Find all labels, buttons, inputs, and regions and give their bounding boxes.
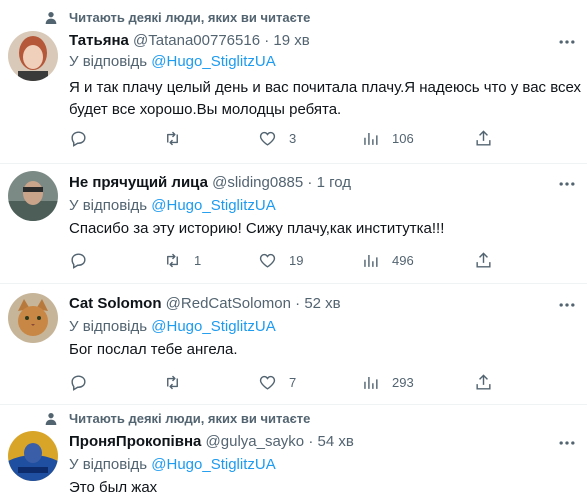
views-icon	[364, 132, 378, 145]
more-options-icon[interactable]	[557, 32, 577, 52]
reply-icon	[71, 252, 86, 269]
retweet-icon	[167, 131, 178, 145]
reply-button[interactable]	[69, 250, 100, 270]
reply-prefix: У відповідь	[69, 456, 148, 473]
views-icon	[364, 254, 378, 267]
more-options-icon[interactable]	[557, 433, 577, 453]
reply-icon	[71, 374, 86, 391]
share-icon	[476, 129, 491, 146]
user-handle[interactable]: @gulya_sayko	[206, 433, 305, 450]
views-button[interactable]: 106	[361, 128, 414, 148]
separator-dot: ·	[264, 32, 270, 49]
share-button[interactable]	[474, 250, 493, 270]
separator-dot: ·	[295, 295, 301, 312]
views-icon	[364, 376, 378, 389]
separator-dot: ·	[307, 174, 313, 191]
reply-context: У відповідь @Hugo_StiglitzUA	[69, 53, 276, 70]
tweet-text-line: Спасибо за эту историю! Сижу плачу,как и…	[69, 220, 445, 237]
tweet-text-line: будет все хорошо.Вы молодцы ребята.	[69, 101, 342, 118]
views-count: 293	[392, 374, 414, 390]
reply-context: У відповідь @Hugo_StiglitzUA	[69, 197, 276, 214]
user-handle[interactable]: @sliding0885	[212, 174, 303, 191]
reply-context: У відповідь @Hugo_StiglitzUA	[69, 456, 276, 473]
reply-mention[interactable]: @Hugo_StiglitzUA	[151, 318, 275, 335]
share-button[interactable]	[474, 372, 493, 392]
like-button[interactable]: 7	[258, 372, 296, 392]
tweet-separator	[0, 163, 587, 164]
tweet-text-line: Бог послал тебе ангела.	[69, 341, 238, 358]
like-count: 7	[289, 374, 297, 390]
tweet-header: Татьяна @Tatana00776516 · 19 хв	[69, 32, 310, 52]
reply-prefix: У відповідь	[69, 197, 148, 214]
user-handle[interactable]: @RedCatSolomon	[166, 295, 291, 312]
display-name[interactable]: Cat Solomon	[69, 295, 162, 312]
avatar[interactable]	[8, 31, 58, 81]
share-icon	[476, 251, 491, 268]
tweet-text: Бог послал тебе ангела.	[69, 339, 581, 361]
reply-mention[interactable]: @Hugo_StiglitzUA	[151, 197, 275, 214]
display-name[interactable]: Не прячущий лица	[69, 174, 208, 191]
heart-icon	[259, 375, 276, 390]
people-icon	[45, 12, 57, 24]
retweet-button[interactable]	[163, 128, 194, 148]
retweet-button[interactable]	[163, 372, 194, 392]
retweet-count: 1	[194, 252, 202, 268]
reply-prefix: У відповідь	[69, 53, 148, 70]
retweet-icon	[167, 375, 178, 389]
reply-context: У відповідь @Hugo_StiglitzUA	[69, 318, 276, 335]
like-count: 19	[289, 252, 304, 268]
heart-icon	[259, 253, 276, 268]
like-button[interactable]: 19	[258, 250, 303, 270]
tweet-text: Спасибо за эту историю! Сижу плачу,как и…	[69, 218, 581, 240]
timestamp[interactable]: 54 хв	[318, 433, 354, 450]
separator-dot: ·	[308, 433, 314, 450]
reply-button[interactable]	[69, 128, 100, 148]
timestamp[interactable]: 1 год	[317, 174, 351, 191]
reply-prefix: У відповідь	[69, 318, 148, 335]
share-icon	[476, 373, 491, 390]
timestamp[interactable]: 52 хв	[304, 295, 340, 312]
reply-mention[interactable]: @Hugo_StiglitzUA	[151, 53, 275, 70]
display-name[interactable]: Татьяна	[69, 32, 129, 49]
tweet-separator	[0, 404, 587, 405]
reply-mention[interactable]: @Hugo_StiglitzUA	[151, 456, 275, 473]
views-count: 496	[392, 252, 414, 268]
tweet-text-line: Это был жах	[69, 479, 158, 496]
share-button[interactable]	[474, 128, 493, 148]
views-count: 106	[392, 130, 414, 146]
avatar[interactable]	[8, 293, 58, 343]
heart-icon	[259, 131, 276, 146]
avatar[interactable]	[8, 431, 58, 481]
like-button[interactable]: 3	[258, 128, 296, 148]
social-context-text: Читають деякі люди, яких ви читаєте	[69, 411, 311, 426]
avatar[interactable]	[8, 171, 58, 221]
tweet-text: Это был жах	[69, 477, 581, 499]
more-options-icon[interactable]	[557, 295, 577, 315]
retweet-icon	[167, 253, 178, 267]
views-button[interactable]: 496	[361, 250, 414, 270]
views-button[interactable]: 293	[361, 372, 414, 392]
like-count: 3	[289, 130, 297, 146]
user-handle[interactable]: @Tatana00776516	[133, 32, 260, 49]
reply-button[interactable]	[69, 372, 100, 392]
retweet-button[interactable]: 1	[163, 250, 201, 270]
people-icon	[45, 413, 57, 425]
social-context-text: Читають деякі люди, яких ви читаєте	[69, 10, 311, 25]
tweet-header: ПроняПрокопівна @gulya_sayko · 54 хв	[69, 433, 354, 453]
timestamp[interactable]: 19 хв	[273, 32, 309, 49]
tweet-header: Не прячущий лица @sliding0885 · 1 год	[69, 174, 351, 194]
tweet-header: Cat Solomon @RedCatSolomon · 52 хв	[69, 295, 341, 315]
tweet-text-line: Я и так плачу целый день и вас почитала …	[69, 79, 582, 96]
tweet-separator	[0, 283, 587, 284]
display-name[interactable]: ПроняПрокопівна	[69, 433, 201, 450]
tweet-text: Я и так плачу целый день и вас почитала …	[69, 77, 581, 121]
more-options-icon[interactable]	[557, 174, 577, 194]
reply-icon	[71, 130, 86, 147]
